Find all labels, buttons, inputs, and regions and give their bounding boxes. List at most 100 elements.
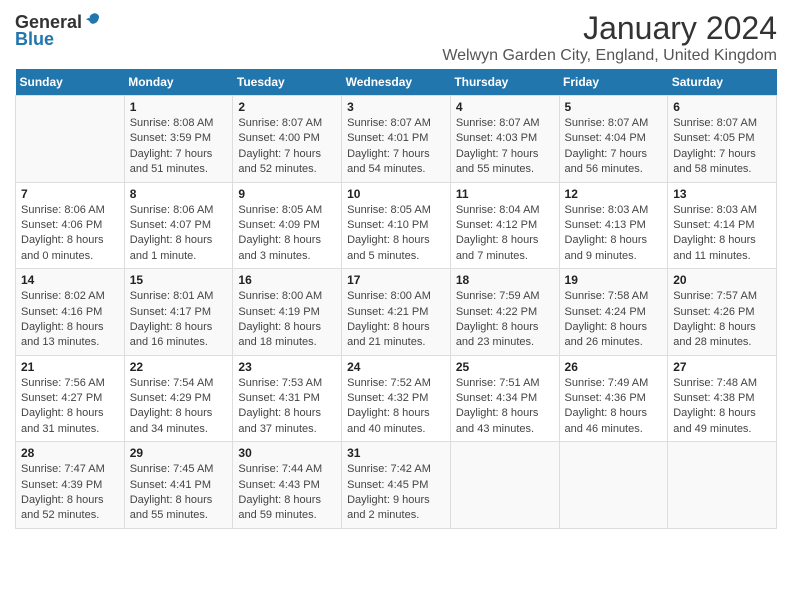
day-number: 20 — [673, 273, 771, 287]
day-number: 28 — [21, 446, 119, 460]
page-header: General Blue January 2024 Welwyn Garden … — [15, 10, 777, 65]
day-number: 26 — [565, 360, 663, 374]
day-number: 18 — [456, 273, 554, 287]
logo-blue-text: Blue — [15, 29, 54, 50]
calendar-day: 10 Sunrise: 8:05 AMSunset: 4:10 PMDayligh… — [342, 182, 451, 269]
calendar-day: 3 Sunrise: 8:07 AMSunset: 4:01 PMDaylight… — [342, 96, 451, 183]
day-info: Sunrise: 8:02 AMSunset: 4:16 PMDaylight:… — [21, 289, 119, 351]
calendar-day — [668, 442, 777, 529]
header-wednesday: Wednesday — [342, 69, 451, 96]
calendar-day: 13Sunrise: 8:03 AMSunset: 4:14 PMDayligh… — [668, 182, 777, 269]
calendar-day: 25Sunrise: 7:51 AMSunset: 4:34 PMDayligh… — [450, 355, 559, 442]
day-number: 16 — [238, 273, 336, 287]
day-number: 21 — [21, 360, 119, 374]
logo: General Blue — [15, 10, 102, 50]
day-number: 14 — [21, 273, 119, 287]
calendar-header-row: SundayMondayTuesdayWednesdayThursdayFrid… — [16, 69, 777, 96]
day-number: 31 — [347, 446, 445, 460]
calendar-day: 30 Sunrise: 7:44 AMSunset: 4:43 PMDayligh… — [233, 442, 342, 529]
day-info: Sunrise: 8:05 AMSunset: 4:10 PMDaylight:… — [347, 203, 445, 265]
day-info: Sunrise: 7:44 AMSunset: 4:43 PMDaylight:… — [238, 462, 336, 524]
day-number: 2 — [238, 100, 336, 114]
header-tuesday: Tuesday — [233, 69, 342, 96]
calendar-day: 29Sunrise: 7:45 AMSunset: 4:41 PMDayligh… — [124, 442, 233, 529]
title-block: January 2024 Welwyn Garden City, England… — [442, 10, 777, 65]
day-number: 13 — [673, 187, 771, 201]
calendar-day: 14 Sunrise: 8:02 AMSunset: 4:16 PMDayligh… — [16, 269, 125, 356]
day-info: Sunrise: 7:48 AMSunset: 4:38 PMDaylight:… — [673, 376, 771, 438]
day-number: 12 — [565, 187, 663, 201]
day-number: 19 — [565, 273, 663, 287]
calendar-day: 7Sunrise: 8:06 AMSunset: 4:06 PMDaylight… — [16, 182, 125, 269]
calendar-day: 20 Sunrise: 7:57 AMSunset: 4:26 PMDayligh… — [668, 269, 777, 356]
day-info: Sunrise: 8:07 AMSunset: 4:01 PMDaylight:… — [347, 116, 445, 178]
day-info: Sunrise: 7:57 AMSunset: 4:26 PMDaylight:… — [673, 289, 771, 351]
calendar-day: 31Sunrise: 7:42 AMSunset: 4:45 PMDayligh… — [342, 442, 451, 529]
calendar-day: 11Sunrise: 8:04 AMSunset: 4:12 PMDayligh… — [450, 182, 559, 269]
day-info: Sunrise: 7:53 AMSunset: 4:31 PMDaylight:… — [238, 376, 336, 438]
calendar-table: SundayMondayTuesdayWednesdayThursdayFrid… — [15, 69, 777, 529]
day-info: Sunrise: 8:07 AMSunset: 4:05 PMDaylight:… — [673, 116, 771, 178]
day-number: 29 — [130, 446, 228, 460]
day-number: 27 — [673, 360, 771, 374]
day-number: 23 — [238, 360, 336, 374]
day-info: Sunrise: 8:07 AMSunset: 4:04 PMDaylight:… — [565, 116, 663, 178]
header-monday: Monday — [124, 69, 233, 96]
day-info: Sunrise: 7:58 AMSunset: 4:24 PMDaylight:… — [565, 289, 663, 351]
calendar-day: 21 Sunrise: 7:56 AMSunset: 4:27 PMDayligh… — [16, 355, 125, 442]
calendar-day: 2 Sunrise: 8:07 AMSunset: 4:00 PMDaylight… — [233, 96, 342, 183]
day-number: 6 — [673, 100, 771, 114]
day-info: Sunrise: 7:51 AMSunset: 4:34 PMDaylight:… — [456, 376, 554, 438]
calendar-day: 8Sunrise: 8:06 AMSunset: 4:07 PMDaylight… — [124, 182, 233, 269]
day-info: Sunrise: 7:47 AMSunset: 4:39 PMDaylight:… — [21, 462, 119, 524]
day-number: 15 — [130, 273, 228, 287]
day-number: 24 — [347, 360, 445, 374]
day-number: 10 — [347, 187, 445, 201]
calendar-day: 4 Sunrise: 8:07 AMSunset: 4:03 PMDaylight… — [450, 96, 559, 183]
day-number: 30 — [238, 446, 336, 460]
calendar-day: 23 Sunrise: 7:53 AMSunset: 4:31 PMDayligh… — [233, 355, 342, 442]
calendar-day: 16Sunrise: 8:00 AMSunset: 4:19 PMDayligh… — [233, 269, 342, 356]
day-info: Sunrise: 7:52 AMSunset: 4:32 PMDaylight:… — [347, 376, 445, 438]
day-number: 17 — [347, 273, 445, 287]
calendar-day — [16, 96, 125, 183]
day-number: 5 — [565, 100, 663, 114]
calendar-day: 5 Sunrise: 8:07 AMSunset: 4:04 PMDaylight… — [559, 96, 668, 183]
header-saturday: Saturday — [668, 69, 777, 96]
calendar-day — [559, 442, 668, 529]
calendar-week-2: 7Sunrise: 8:06 AMSunset: 4:06 PMDaylight… — [16, 182, 777, 269]
calendar-week-1: 1 Sunrise: 8:08 AMSunset: 3:59 PMDaylight… — [16, 96, 777, 183]
day-number: 9 — [238, 187, 336, 201]
day-number: 3 — [347, 100, 445, 114]
day-info: Sunrise: 8:06 AMSunset: 4:07 PMDaylight:… — [130, 203, 228, 265]
calendar-day: 28 Sunrise: 7:47 AMSunset: 4:39 PMDayligh… — [16, 442, 125, 529]
calendar-day: 12 Sunrise: 8:03 AMSunset: 4:13 PMDayligh… — [559, 182, 668, 269]
calendar-day: 24 Sunrise: 7:52 AMSunset: 4:32 PMDayligh… — [342, 355, 451, 442]
calendar-day: 19 Sunrise: 7:58 AMSunset: 4:24 PMDayligh… — [559, 269, 668, 356]
calendar-day: 17Sunrise: 8:00 AMSunset: 4:21 PMDayligh… — [342, 269, 451, 356]
day-number: 7 — [21, 187, 119, 201]
day-info: Sunrise: 7:49 AMSunset: 4:36 PMDaylight:… — [565, 376, 663, 438]
day-info: Sunrise: 8:01 AMSunset: 4:17 PMDaylight:… — [130, 289, 228, 351]
day-number: 4 — [456, 100, 554, 114]
day-info: Sunrise: 8:07 AMSunset: 4:03 PMDaylight:… — [456, 116, 554, 178]
calendar-day: 22 Sunrise: 7:54 AMSunset: 4:29 PMDayligh… — [124, 355, 233, 442]
day-info: Sunrise: 8:03 AMSunset: 4:13 PMDaylight:… — [565, 203, 663, 265]
calendar-day: 15 Sunrise: 8:01 AMSunset: 4:17 PMDayligh… — [124, 269, 233, 356]
day-info: Sunrise: 8:04 AMSunset: 4:12 PMDaylight:… — [456, 203, 554, 265]
day-info: Sunrise: 7:54 AMSunset: 4:29 PMDaylight:… — [130, 376, 228, 438]
calendar-day: 26 Sunrise: 7:49 AMSunset: 4:36 PMDayligh… — [559, 355, 668, 442]
calendar-day: 27 Sunrise: 7:48 AMSunset: 4:38 PMDayligh… — [668, 355, 777, 442]
logo-bird-icon — [84, 10, 102, 28]
day-number: 22 — [130, 360, 228, 374]
calendar-day: 18Sunrise: 7:59 AMSunset: 4:22 PMDayligh… — [450, 269, 559, 356]
calendar-day: 9Sunrise: 8:05 AMSunset: 4:09 PMDaylight… — [233, 182, 342, 269]
header-sunday: Sunday — [16, 69, 125, 96]
day-info: Sunrise: 8:07 AMSunset: 4:00 PMDaylight:… — [238, 116, 336, 178]
day-number: 1 — [130, 100, 228, 114]
day-info: Sunrise: 7:56 AMSunset: 4:27 PMDaylight:… — [21, 376, 119, 438]
calendar-day: 1 Sunrise: 8:08 AMSunset: 3:59 PMDaylight… — [124, 96, 233, 183]
calendar-week-5: 28 Sunrise: 7:47 AMSunset: 4:39 PMDayligh… — [16, 442, 777, 529]
page-title: January 2024 — [442, 10, 777, 47]
day-info: Sunrise: 8:08 AMSunset: 3:59 PMDaylight:… — [130, 116, 228, 178]
